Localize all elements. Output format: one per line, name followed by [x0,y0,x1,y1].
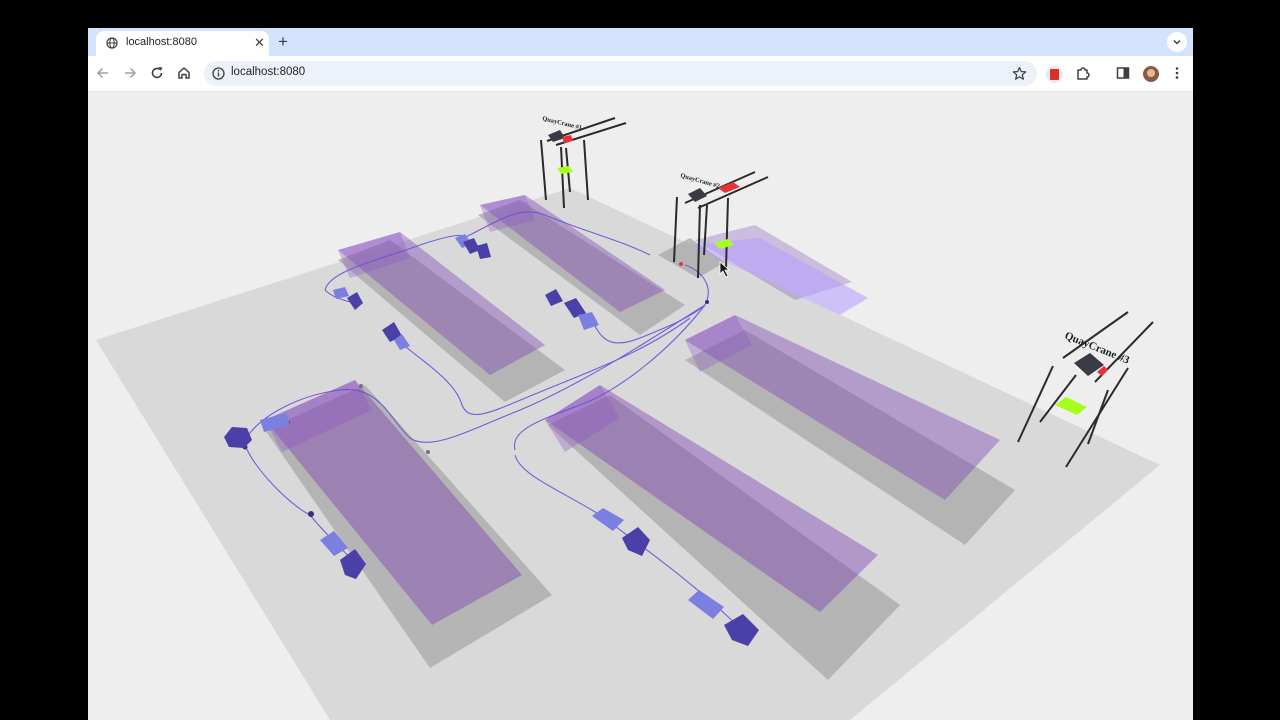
forward-icon[interactable] [121,64,139,82]
tab-title: localhost:8080 [126,36,197,48]
extension-icon[interactable] [1046,66,1063,83]
port-scene[interactable]: QuayCrane #1 QuayCrane #2 QuayCrane #3 [88,92,1193,720]
browser-tab[interactable]: localhost:8080 ✕ [96,31,269,56]
avatar[interactable] [1143,66,1159,82]
address-bar[interactable]: localhost:8080 [204,61,1037,86]
more-icon[interactable] [1168,64,1186,82]
tab-strip: localhost:8080 ✕ + [88,28,1193,56]
crane-label-2: QuayCrane #2 [679,172,720,190]
puzzle-icon[interactable] [1074,64,1092,82]
tab-search-button[interactable] [1167,32,1187,52]
back-icon[interactable] [94,64,112,82]
star-icon[interactable] [1012,66,1027,81]
chevron-down-icon [1173,39,1181,45]
address-url: localhost:8080 [231,66,306,78]
plus-icon[interactable]: + [278,31,288,53]
home-icon[interactable] [175,64,193,82]
close-icon[interactable]: ✕ [254,35,265,51]
sidebar-icon[interactable] [1114,64,1132,82]
crane-label-1: QuayCrane #1 [542,115,583,132]
info-icon[interactable] [212,67,225,80]
browser-window: localhost:8080 ✕ + localhost:8080 QuayCr… [88,28,1193,720]
reload-icon[interactable] [148,64,166,82]
globe-icon [106,37,118,49]
browser-toolbar: localhost:8080 [88,56,1193,92]
port-3d-viewport[interactable]: QuayCrane #1 QuayCrane #2 QuayCrane #3 [88,92,1193,720]
